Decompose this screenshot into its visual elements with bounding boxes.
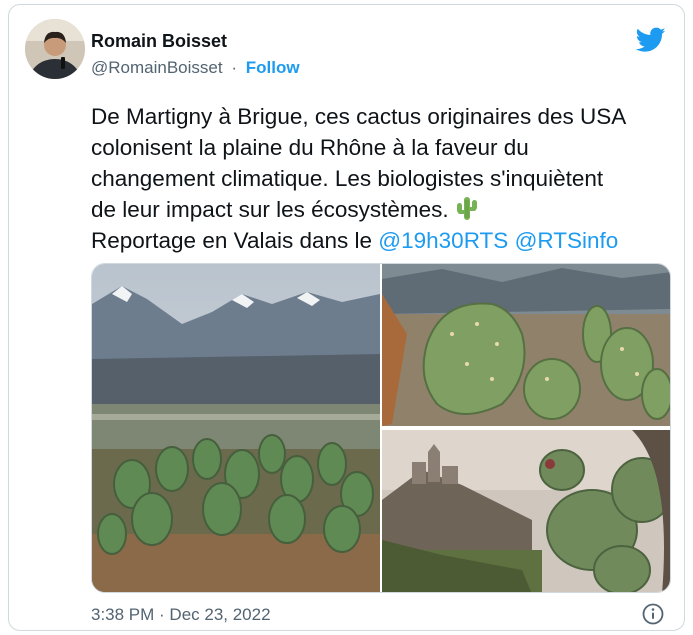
tweet-line-4-text: de leur impact sur les écosystèmes.: [91, 197, 449, 222]
info-icon[interactable]: [642, 603, 664, 625]
author-handle[interactable]: @RomainBoisset: [91, 58, 223, 77]
tweet-line-5: Reportage en Valais dans le @19h30RTS @R…: [91, 225, 671, 256]
mention-rtsinfo[interactable]: @RTSinfo: [515, 228, 619, 253]
follow-button[interactable]: Follow: [246, 58, 300, 77]
timestamp[interactable]: 3:38 PM · Dec 23, 2022: [91, 605, 271, 625]
avatar[interactable]: [25, 19, 85, 79]
media-grid: [91, 263, 671, 593]
tweet-line-3: changement climatique. Les biologistes s…: [91, 166, 604, 191]
photo-mountains-cactus[interactable]: [92, 264, 380, 592]
tweet-line-4: de leur impact sur les écosystèmes.: [91, 194, 671, 225]
photo-cactus-closeup[interactable]: [382, 264, 670, 426]
tweet-line-2: colonisent la plaine du Rhône à la faveu…: [91, 135, 529, 160]
author-name[interactable]: Romain Boisset: [91, 31, 227, 52]
photo-castle-cactus[interactable]: [382, 430, 670, 592]
tweet-card: Romain Boisset @RomainBoisset · Follow D…: [8, 4, 685, 631]
separator: ·: [231, 58, 237, 77]
reportage-prefix: Reportage en Valais dans le: [91, 228, 379, 253]
cactus-emoji: [456, 197, 477, 220]
mention-19h30rts[interactable]: @19h30RTS: [378, 228, 508, 253]
handle-row: @RomainBoisset · Follow: [91, 58, 300, 78]
tweet-text: De Martigny à Brigue, ces cactus origina…: [91, 101, 671, 256]
tweet-line-1: De Martigny à Brigue, ces cactus origina…: [91, 104, 627, 129]
twitter-bird-icon[interactable]: [636, 27, 666, 53]
